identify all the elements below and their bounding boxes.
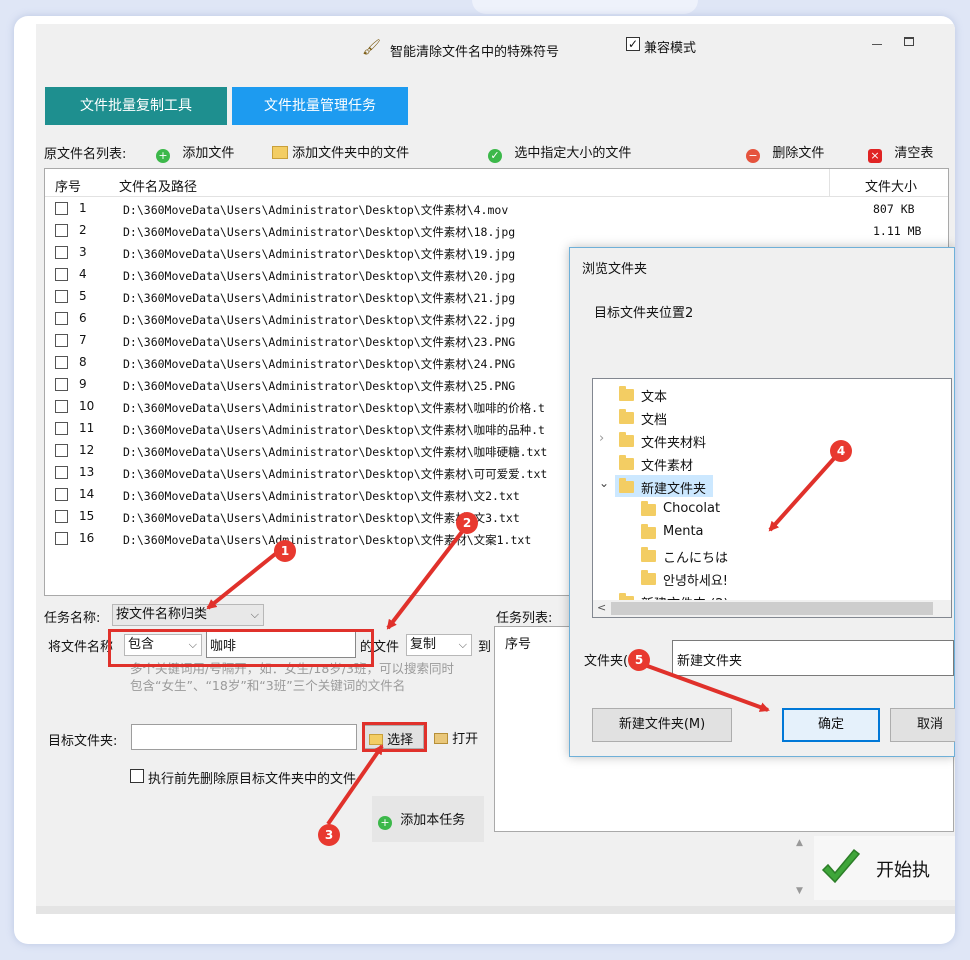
screenshot-frame: 🖌 智能清除文件名中的特殊符号 ✓ 兼容模式 文件批量复制工具 文件批量管理任务…: [14, 16, 955, 944]
badge-step-2: 2: [456, 512, 478, 534]
badge-step-1: 1: [274, 540, 296, 562]
app-window: 🖌 智能清除文件名中的特殊符号 ✓ 兼容模式 文件批量复制工具 文件批量管理任务…: [36, 24, 955, 914]
badge-step-3: 3: [318, 824, 340, 846]
arrow-4: [768, 452, 840, 532]
annotation-arrows: [206, 452, 840, 826]
badge-step-4: 4: [830, 440, 852, 462]
arrow-5: [641, 662, 770, 712]
arrow-2: [386, 522, 470, 630]
arrow-3: [326, 744, 384, 826]
arrow-1: [206, 545, 286, 610]
window-top-notch: [472, 0, 698, 14]
badge-step-5: 5: [628, 649, 650, 671]
